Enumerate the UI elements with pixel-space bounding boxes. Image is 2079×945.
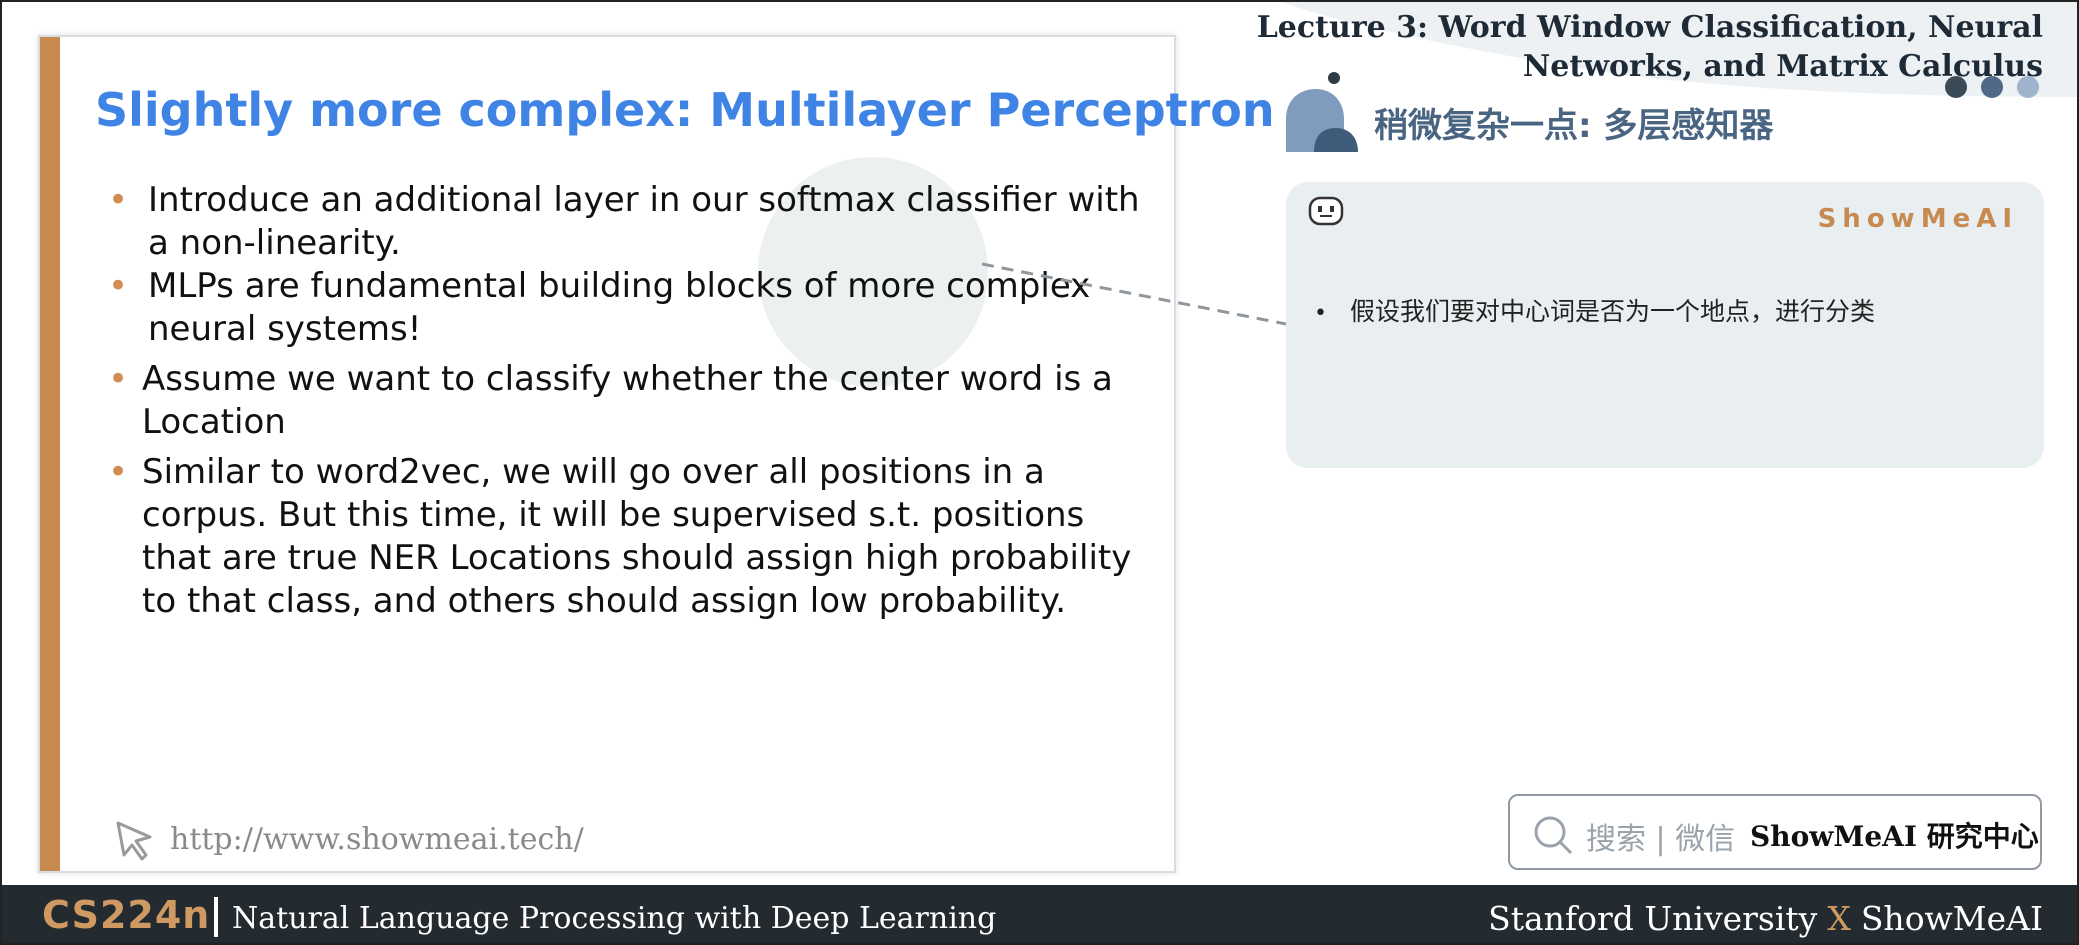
bullet-item-3: Assume we want to classify whether the c…	[108, 358, 1158, 444]
slide-dots	[1945, 76, 2039, 98]
slide-accent-bar	[40, 37, 60, 871]
cursor-icon	[116, 821, 152, 861]
search-hint: 搜索 | 微信	[1586, 822, 1736, 857]
lecture-heading-line2: Networks, and Matrix Calculus	[1522, 49, 2043, 84]
credit-left: Stanford University	[1488, 899, 1818, 938]
bot-icon	[1308, 196, 1344, 226]
credit-x: X	[1827, 899, 1851, 938]
search-box[interactable]: 搜索 | 微信 ShowMeAI 研究中心	[1508, 794, 2042, 870]
bottom-bar: CS224n Natural Language Processing with …	[2, 885, 2077, 943]
bottom-bar-separator	[214, 897, 218, 937]
lecture-heading-line1: Lecture 3: Word Window Classification, N…	[1256, 10, 2043, 45]
note-text: • 假设我们要对中心词是否为一个地点，进行分类	[1314, 292, 1875, 328]
heading-shape-icon	[1286, 72, 1358, 152]
page: Lecture 3: Word Window Classification, N…	[0, 0, 2079, 945]
slide-bullet-list: Introduce an additional layer in our sof…	[108, 179, 1158, 623]
credit-line: Stanford University X ShowMeAI	[1488, 899, 2043, 938]
dot-1	[1945, 76, 1967, 98]
connector-line	[982, 262, 1287, 326]
slide-panel: Slightly more complex: Multilayer Percep…	[38, 35, 1275, 873]
bullet-item-4: Similar to word2vec, we will go over all…	[108, 451, 1158, 623]
lecture-heading: Lecture 3: Word Window Classification, N…	[1257, 8, 2043, 86]
credit-right: ShowMeAI	[1860, 899, 2043, 938]
bullet-item-1: Introduce an additional layer in our sof…	[108, 179, 1158, 265]
note-text-content: 假设我们要对中心词是否为一个地点，进行分类	[1350, 297, 1876, 326]
brand-label: ShowMeAI	[1817, 204, 2018, 234]
note-bullet: •	[1314, 301, 1327, 326]
footer-url-link[interactable]: http://www.showmeai.tech/	[170, 822, 584, 857]
course-code: CS224n	[42, 893, 211, 937]
dot-2	[1981, 76, 2003, 98]
search-brand: ShowMeAI 研究中心	[1750, 820, 2039, 853]
note-card: ShowMeAI • 假设我们要对中心词是否为一个地点，进行分类	[1286, 182, 2044, 468]
dot-3	[2017, 76, 2039, 98]
slide-title: Slightly more complex: Multilayer Percep…	[95, 83, 1275, 137]
course-name: Natural Language Processing with Deep Le…	[232, 901, 997, 936]
search-icon	[1534, 816, 1573, 855]
chinese-title: 稍微复杂一点: 多层感知器	[1374, 106, 1774, 146]
